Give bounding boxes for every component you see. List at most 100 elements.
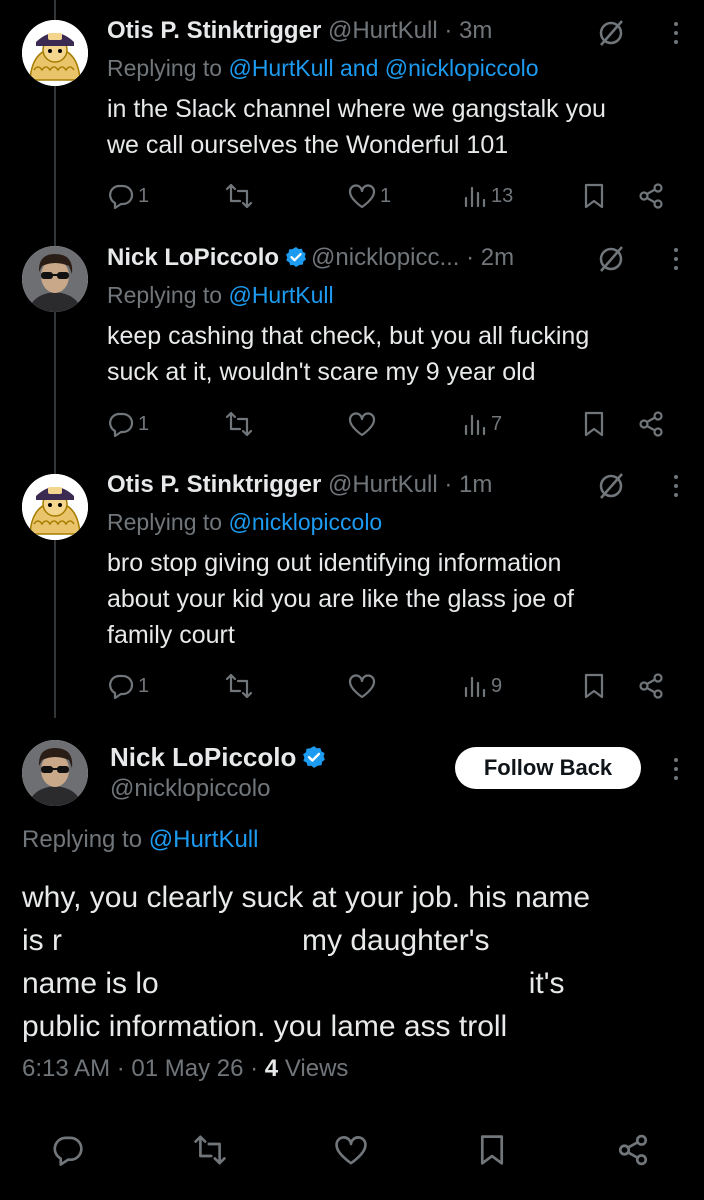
like-icon (335, 1136, 367, 1165)
author-name[interactable]: Nick LoPiccolo (107, 244, 279, 271)
bookmark-icon (480, 1135, 504, 1165)
main-author-handle[interactable]: @nicklopiccolo (110, 775, 270, 803)
tweet-text: keep cashing that check, but you all fuc… (107, 322, 590, 386)
reply-icon (53, 1136, 83, 1166)
reply-icon (109, 184, 134, 210)
repost-icon (225, 411, 253, 437)
mute-icon[interactable] (596, 244, 626, 274)
repost-icon (194, 1135, 226, 1165)
share-button[interactable] (608, 1125, 658, 1175)
share-icon (639, 411, 663, 437)
replying-to: Replying to @HurtKull (22, 826, 258, 854)
main-text-line-3: name is lo it's (22, 962, 674, 1005)
views-button[interactable]: 7 (462, 407, 502, 441)
tweet-header: Nick LoPiccolo @nicklopicc... · 2m (107, 244, 614, 272)
tweet-actions: 1 1 13 (107, 179, 684, 213)
like-button[interactable] (326, 1125, 376, 1175)
tweet-meta: 6:13 AM · 01 May 26 · 4 Views (22, 1055, 349, 1082)
main-tweet-text: why, you clearly suck at your job. his n… (22, 876, 674, 1048)
main-author[interactable]: Nick LoPiccolo (110, 742, 330, 773)
replying-mentions[interactable]: @HurtKull and @nicklopiccolo (228, 55, 538, 81)
author-handle[interactable]: @HurtKull (328, 471, 438, 498)
text-fragment: it's (528, 967, 565, 1000)
follow-back-button[interactable]: Follow Back (455, 747, 641, 789)
bookmark-button[interactable] (582, 179, 606, 213)
author-handle[interactable]: @HurtKull (328, 17, 438, 44)
like-button[interactable]: 1 (347, 179, 391, 213)
repost-icon (225, 183, 253, 209)
author-name[interactable]: Otis P. Stinktrigger (107, 471, 321, 498)
views-count: 4 (264, 1055, 279, 1082)
repost-button[interactable] (224, 669, 257, 703)
reply-button[interactable] (43, 1125, 93, 1175)
views-icon (464, 676, 486, 698)
bookmark-button[interactable] (582, 407, 606, 441)
like-button[interactable] (347, 669, 380, 703)
replying-mentions[interactable]: @HurtKull (149, 826, 259, 853)
repost-button[interactable] (224, 407, 257, 441)
tweet-time[interactable]: · 2m (466, 244, 514, 271)
avatar-nick[interactable] (22, 740, 88, 806)
tweet-time[interactable]: · 3m (444, 17, 492, 44)
tweet-actions: 1 7 (107, 407, 684, 441)
share-button[interactable] (637, 669, 665, 703)
bookmark-icon (584, 183, 604, 209)
views-button[interactable]: 9 (462, 669, 502, 703)
author-name[interactable]: Otis P. Stinktrigger (107, 17, 321, 44)
more-icon[interactable] (672, 248, 680, 272)
share-icon (639, 183, 663, 209)
avatar-nick-image (22, 740, 88, 806)
share-button[interactable] (637, 179, 665, 213)
avatar-otis-image (22, 20, 88, 86)
repost-button[interactable] (224, 179, 257, 213)
tweet-header: Otis P. Stinktrigger @HurtKull · 1m (107, 471, 614, 499)
like-button[interactable] (347, 407, 380, 441)
bookmark-button[interactable] (582, 669, 606, 703)
tweet-time[interactable]: · 1m (444, 471, 492, 498)
like-icon (348, 412, 376, 437)
views-count: 13 (491, 184, 514, 207)
bookmark-icon (584, 411, 604, 437)
tweet-text: bro stop giving out identifying informat… (107, 549, 574, 649)
views-button[interactable]: 13 (462, 179, 513, 213)
more-icon[interactable] (672, 758, 680, 782)
views-icon (464, 186, 486, 208)
bookmark-button[interactable] (467, 1125, 517, 1175)
main-text-line-2: is r my daughter's (22, 919, 674, 962)
text-fragment: my daughter's (302, 924, 490, 957)
reply-count: 1 (138, 412, 150, 435)
main-text-line-4: public information. you lame ass troll (22, 1010, 508, 1043)
like-icon (348, 674, 376, 699)
avatar-otis[interactable] (22, 20, 88, 86)
avatar-nick[interactable] (22, 246, 88, 312)
post-date[interactable]: 01 May 26 (131, 1055, 243, 1082)
replying-prefix: Replying to (107, 282, 223, 308)
author-handle[interactable]: @nicklopicc... (311, 244, 459, 271)
replying-mentions[interactable]: @HurtKull (228, 282, 333, 308)
replying-to: Replying to @HurtKull (107, 282, 334, 309)
reply-icon (109, 412, 134, 438)
reply-button[interactable]: 1 (107, 669, 149, 703)
mute-icon[interactable] (596, 18, 626, 48)
reply-button[interactable]: 1 (107, 179, 149, 213)
replying-to: Replying to @HurtKull and @nicklopiccolo (107, 55, 539, 82)
more-icon[interactable] (672, 475, 680, 499)
reply-button[interactable]: 1 (107, 407, 149, 441)
views-count: 7 (491, 412, 503, 435)
thread-line (54, 0, 56, 718)
share-button[interactable] (637, 407, 665, 441)
replying-mentions[interactable]: @nicklopiccolo (228, 509, 382, 535)
more-icon[interactable] (672, 22, 680, 46)
post-time[interactable]: 6:13 AM (22, 1055, 110, 1082)
text-fragment: is r (22, 924, 62, 957)
avatar-otis[interactable] (22, 474, 88, 540)
main-text-line-1: why, you clearly suck at your job. his n… (22, 881, 591, 914)
reply-icon (109, 674, 134, 700)
views-count: 9 (491, 674, 503, 697)
mute-icon[interactable] (596, 471, 626, 501)
views-label[interactable]: Views (285, 1055, 349, 1082)
main-tweet-actions (0, 1125, 704, 1175)
repost-button[interactable] (185, 1125, 235, 1175)
main-author-name[interactable]: Nick LoPiccolo (110, 742, 296, 772)
tweet-actions: 1 9 (107, 669, 684, 703)
